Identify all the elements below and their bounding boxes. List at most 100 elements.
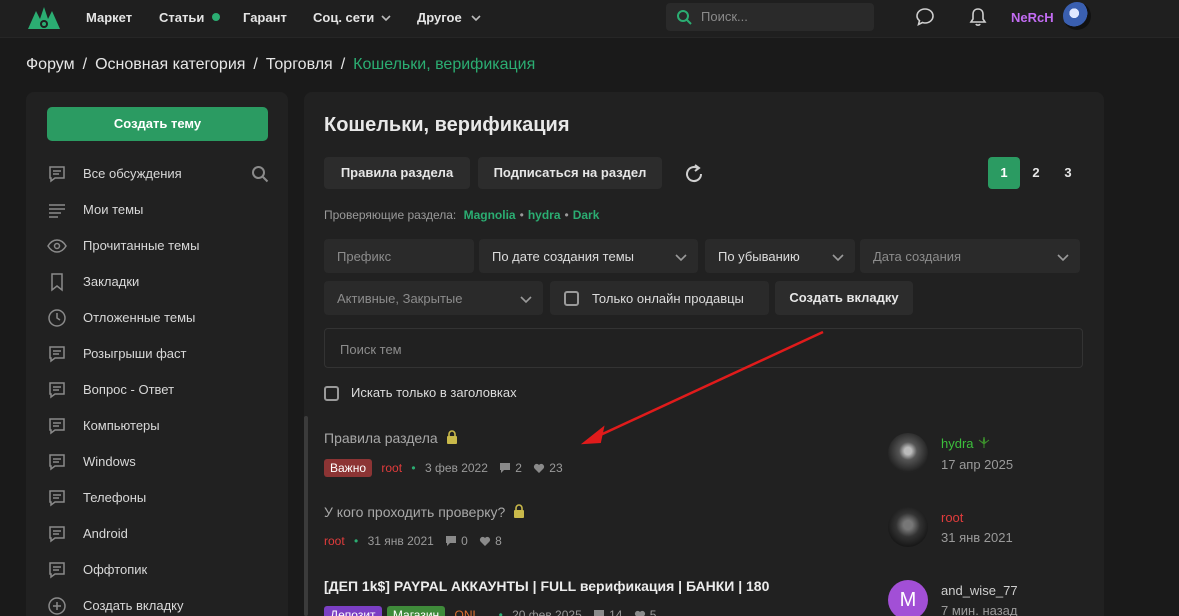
sidebar-item-create-tab[interactable]: Создать вкладку: [46, 594, 276, 616]
page-1-button[interactable]: 1: [988, 157, 1020, 189]
sidebar-item-offtopic[interactable]: Оффтопик: [46, 558, 276, 582]
thread-date: 3 фев 2022: [424, 461, 488, 475]
badge-shop[interactable]: Магазин: [386, 606, 446, 616]
nav-guarantor[interactable]: Гарант: [243, 10, 287, 25]
sidebar-item-bookmarks[interactable]: Закладки: [46, 270, 276, 294]
prefix-filter-label: Префикс: [337, 249, 392, 264]
breadcrumb-forum[interactable]: Форум: [26, 56, 75, 73]
last-poster-avatar[interactable]: M: [888, 580, 928, 616]
current-username[interactable]: NeRcH: [1011, 10, 1054, 25]
moderators-label: Проверяющие раздела:: [324, 208, 457, 222]
thread-title[interactable]: [ДЕП 1k$] PAYPAL АККАУНТЫ | FULL верифик…: [324, 578, 769, 594]
sidebar-item-qa[interactable]: Вопрос - Ответ: [46, 378, 276, 402]
likes-count: 23: [533, 461, 563, 475]
scrollbar[interactable]: [304, 416, 308, 616]
breadcrumb: Форум / Основная категория / Торговля / Кошель…: [26, 56, 536, 73]
refresh-icon[interactable]: [682, 162, 706, 186]
badge-deposit[interactable]: Депозит: [324, 606, 382, 616]
breadcrumb-trade[interactable]: Торговля: [266, 56, 333, 73]
bell-icon[interactable]: [967, 6, 989, 28]
nav-market[interactable]: Маркет: [86, 10, 132, 25]
create-tab-button[interactable]: Создать вкладку: [775, 281, 913, 315]
chevron-down-icon: [832, 254, 844, 262]
user-avatar[interactable]: [1063, 2, 1091, 30]
thread-author[interactable]: root: [381, 461, 402, 475]
badge-important[interactable]: Важно: [324, 459, 373, 477]
thread-date: 20 фев 2025: [512, 608, 582, 616]
top-search-input[interactable]: Поиск...: [666, 3, 874, 31]
last-poster-avatar[interactable]: [888, 507, 928, 547]
creation-date-select[interactable]: Дата создания: [860, 239, 1080, 273]
moderator-dark[interactable]: Dark: [573, 208, 600, 222]
sidebar-item-windows[interactable]: Windows: [46, 450, 276, 474]
prefix-filter[interactable]: Префикс: [324, 239, 474, 273]
status-select[interactable]: Активные, Закрытые: [324, 281, 543, 315]
checkbox-box[interactable]: [564, 291, 579, 306]
chat-icon: [49, 346, 65, 363]
order-value: По убыванию: [718, 249, 800, 264]
comment-icon: [594, 610, 605, 616]
sidebar-item-label: Android: [83, 526, 128, 541]
list-icon: [49, 204, 65, 218]
chevron-down-icon: [675, 254, 687, 262]
moderator-hydra[interactable]: hydra: [528, 208, 561, 222]
sidebar-item-label: Телефоны: [83, 490, 147, 505]
plus-circle-icon: [48, 597, 66, 615]
moderator-magnolia[interactable]: Magnolia: [464, 208, 516, 222]
online-sellers-checkbox[interactable]: Только онлайн продавцы: [550, 281, 769, 315]
thread-author[interactable]: ONL...: [455, 608, 490, 616]
sidebar: Создать тему Все обсуждения Мои темы Про…: [26, 92, 288, 616]
comment-icon: [500, 463, 511, 473]
nav-social[interactable]: Соц. сети: [313, 10, 374, 25]
chat-icon: [49, 454, 65, 471]
section-rules-button[interactable]: Правила раздела: [324, 157, 470, 189]
page-2-button[interactable]: 2: [1020, 157, 1052, 189]
sidebar-item-android[interactable]: Android: [46, 522, 276, 546]
nav-articles[interactable]: Статьи: [159, 10, 204, 25]
last-poster-name[interactable]: root: [941, 510, 963, 525]
sidebar-item-postponed[interactable]: Отложенные темы: [46, 306, 276, 330]
breadcrumb-main-category[interactable]: Основная категория: [95, 56, 245, 73]
order-select[interactable]: По убыванию: [705, 239, 855, 273]
thread-author[interactable]: root: [324, 534, 345, 548]
sort-by-select[interactable]: По дате создания темы: [479, 239, 698, 273]
last-poster-avatar[interactable]: [888, 433, 928, 473]
clock-icon: [48, 309, 66, 327]
last-poster-name[interactable]: hydra: [941, 436, 991, 451]
sidebar-item-my-topics[interactable]: Мои темы: [46, 198, 276, 222]
search-topics-input[interactable]: Поиск тем: [324, 328, 1083, 368]
sidebar-item-label: Прочитанные темы: [83, 238, 200, 253]
top-navbar: Маркет Статьи Гарант Соц. сети Другое По…: [0, 0, 1179, 38]
search-topics-placeholder: Поиск тем: [340, 342, 402, 357]
thread-title-text: [ДЕП 1k$] PAYPAL АККАУНТЫ | FULL верифик…: [324, 578, 770, 594]
chat-icon[interactable]: [914, 6, 936, 28]
last-poster-name[interactable]: and_wise_77: [941, 583, 1018, 598]
subscribe-section-button[interactable]: Подписаться на раздел: [478, 157, 662, 189]
nav-other[interactable]: Другое: [417, 10, 462, 25]
checkbox-box[interactable]: [324, 386, 339, 401]
thread-title[interactable]: У кого проходить проверку?: [324, 504, 525, 520]
thread-date: 31 янв 2021: [367, 533, 434, 548]
chevron-down-icon: [1057, 254, 1069, 262]
breadcrumb-current[interactable]: Кошельки, верификация: [353, 56, 535, 73]
sidebar-item-all-discussions[interactable]: Все обсуждения: [46, 162, 276, 186]
lock-icon: [446, 430, 457, 444]
thread-meta: Депозит Магазин ONL... • 20 фев 2025 14 …: [324, 606, 656, 616]
sidebar-item-label: Розыгрыши фаст: [83, 346, 187, 361]
sidebar-item-label: Windows: [83, 454, 136, 469]
section-moderators: Проверяющие раздела: Magnolia • hydra • Dark: [324, 208, 600, 222]
sidebar-item-phones[interactable]: Телефоны: [46, 486, 276, 510]
sidebar-item-read-topics[interactable]: Прочитанные темы: [46, 234, 276, 258]
likes-count: 5: [634, 608, 656, 616]
sidebar-item-computers[interactable]: Компьютеры: [46, 414, 276, 438]
page-3-button[interactable]: 3: [1052, 157, 1084, 189]
chat-icon: [49, 166, 65, 183]
sidebar-item-label: Мои темы: [83, 202, 144, 217]
sidebar-item-giveaways[interactable]: Розыгрыши фаст: [46, 342, 276, 366]
search-icon: [677, 10, 692, 25]
last-post-date: 7 мин. назад: [941, 603, 1018, 616]
create-topic-button[interactable]: Создать тему: [47, 107, 268, 141]
leaf-icon: [978, 436, 990, 448]
site-logo-icon[interactable]: [26, 5, 62, 31]
thread-title[interactable]: Правила раздела: [324, 430, 458, 446]
